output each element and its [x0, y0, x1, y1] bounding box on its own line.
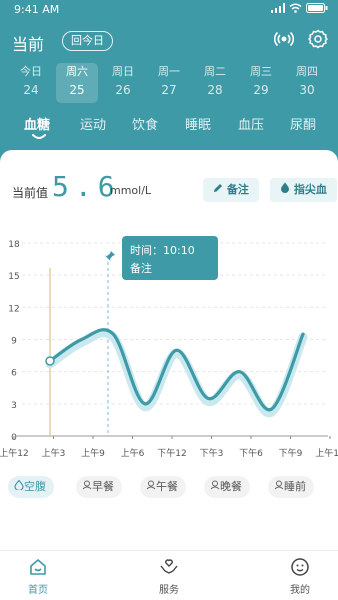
page-title: 当前: [12, 35, 45, 54]
nav-home[interactable]: 首页: [10, 557, 66, 597]
date-weekday: 今日: [20, 65, 42, 78]
x-tick-label: 上午12: [315, 447, 338, 459]
date-day: 24: [23, 83, 39, 97]
x-tick-label: 上午6: [121, 447, 145, 459]
nav-profile[interactable]: 我的: [272, 557, 328, 597]
reading-tooltip: 时间：10:10 备注: [122, 236, 218, 280]
date-day: 30: [299, 83, 315, 97]
tab-diet[interactable]: 饮食: [132, 114, 158, 133]
date-day: 29: [253, 83, 269, 97]
tab-ketone[interactable]: 尿酮: [290, 114, 316, 133]
date-item-selected[interactable]: 周六 25: [56, 63, 98, 103]
meal-filter-chips: 空腹 早餐 午餐 晚餐 睡前: [0, 476, 338, 500]
tab-sleep[interactable]: 睡眠: [185, 114, 211, 133]
x-tick-label: 上午3: [42, 447, 66, 459]
x-tick-label: 上午12: [0, 447, 29, 459]
nav-divider: [0, 550, 338, 551]
signal-icon: [271, 3, 285, 13]
x-tick-label: 下午12: [157, 447, 186, 459]
chip-label: 睡前: [284, 480, 306, 493]
status-bar: 9:41 AM: [0, 0, 338, 20]
y-tick-label: 15: [8, 272, 19, 282]
header-icons: [274, 29, 328, 49]
add-note-button[interactable]: 备注: [203, 178, 259, 202]
x-tick-label: 下午3: [200, 447, 224, 459]
settings-gear-icon[interactable]: [308, 29, 328, 49]
broadcast-icon[interactable]: [274, 29, 294, 49]
wifi-icon: [289, 3, 302, 13]
date-item[interactable]: 周一 27: [148, 63, 190, 103]
glucose-range-band: [45, 328, 308, 418]
x-tick-label: 下午6: [239, 447, 263, 459]
date-weekday: 周三: [250, 65, 272, 78]
x-tick-label: 下午9: [279, 447, 303, 459]
add-note-label: 备注: [226, 183, 249, 196]
date-weekday: 周二: [204, 65, 226, 78]
tooltip-time-row: 时间：10:10: [130, 242, 195, 258]
y-tick-label: 18: [8, 240, 20, 250]
date-item[interactable]: 周三 29: [240, 63, 282, 103]
chip-breakfast[interactable]: 早餐: [76, 476, 122, 498]
chip-label: 午餐: [156, 480, 178, 493]
nav-service[interactable]: 服务: [141, 557, 197, 597]
nav-service-label: 服务: [159, 585, 179, 596]
date-selector: 今日 24 周六 25 周日 26 周一 27 周二 28 周三 29 周四 30: [0, 63, 338, 103]
chip-fasting[interactable]: 空腹: [8, 476, 54, 498]
date-weekday: 周日: [112, 65, 134, 78]
tooltip-note: 备注: [130, 262, 152, 275]
pencil-icon: [214, 184, 222, 192]
tooltip-time-label: 时间：: [130, 244, 163, 257]
tab-exercise[interactable]: 运动: [80, 114, 106, 133]
y-tick-label: 3: [11, 401, 17, 411]
drop-icon: [14, 479, 24, 492]
header-panel: 9:41 AM 当前 回今日 今日 24 周六 25 周日 26 周一 27 周二 28 …: [0, 0, 338, 165]
system-icons: [271, 3, 328, 13]
current-value-label: 当前值: [12, 186, 49, 200]
date-item[interactable]: 周日 26: [102, 63, 144, 103]
smiley-face-icon: [291, 558, 309, 576]
date-item[interactable]: 今日 24: [10, 63, 52, 103]
chip-label: 晚餐: [220, 480, 242, 493]
fingertip-label: 指尖血: [293, 183, 327, 196]
blood-drop-icon: [281, 182, 289, 193]
tab-blood-glucose[interactable]: 血糖: [24, 114, 50, 133]
date-item[interactable]: 周二 28: [194, 63, 236, 103]
chip-label: 早餐: [92, 480, 114, 493]
chip-bedtime[interactable]: 睡前: [268, 476, 314, 498]
x-tick-label: 上午9: [81, 447, 105, 459]
date-weekday: 周六: [66, 65, 88, 78]
service-hands-heart-icon: [160, 559, 178, 574]
y-tick-label: 6: [11, 369, 17, 379]
date-day: 28: [207, 83, 223, 97]
meal-hand-icon: [274, 480, 284, 490]
active-tab-indicator: [32, 134, 46, 139]
chip-label: 空腹: [24, 480, 46, 493]
date-item[interactable]: 周四 30: [286, 63, 328, 103]
fingertip-blood-button[interactable]: 指尖血: [270, 178, 337, 202]
chip-dinner[interactable]: 晚餐: [204, 476, 250, 498]
current-reading-point: [45, 356, 55, 366]
date-weekday: 周一: [158, 65, 180, 78]
chip-lunch[interactable]: 午餐: [140, 476, 186, 498]
date-day: 27: [161, 83, 177, 97]
date-day: 26: [115, 83, 131, 97]
meal-hand-icon: [146, 480, 156, 490]
nav-home-label: 首页: [28, 585, 48, 596]
metric-tabs: 血糖 运动 饮食 睡眠 血压 尿酮: [0, 114, 338, 142]
pin-icon: [105, 251, 115, 261]
y-tick-label: 12: [8, 304, 19, 314]
nav-profile-label: 我的: [290, 585, 310, 596]
y-tick-label: 9: [11, 337, 17, 347]
back-to-today-button[interactable]: 回今日: [62, 31, 113, 51]
meal-hand-icon: [82, 480, 92, 490]
battery-icon: [306, 3, 328, 13]
tab-blood-pressure[interactable]: 血压: [238, 114, 264, 133]
date-day: 25: [69, 83, 85, 97]
meal-hand-icon: [210, 480, 220, 490]
date-weekday: 周四: [296, 65, 318, 78]
tooltip-time-value: 10:10: [163, 244, 195, 257]
status-time: 9:41 AM: [14, 3, 60, 16]
glucose-unit: mmol/L: [110, 184, 152, 197]
home-icon: [30, 559, 46, 575]
